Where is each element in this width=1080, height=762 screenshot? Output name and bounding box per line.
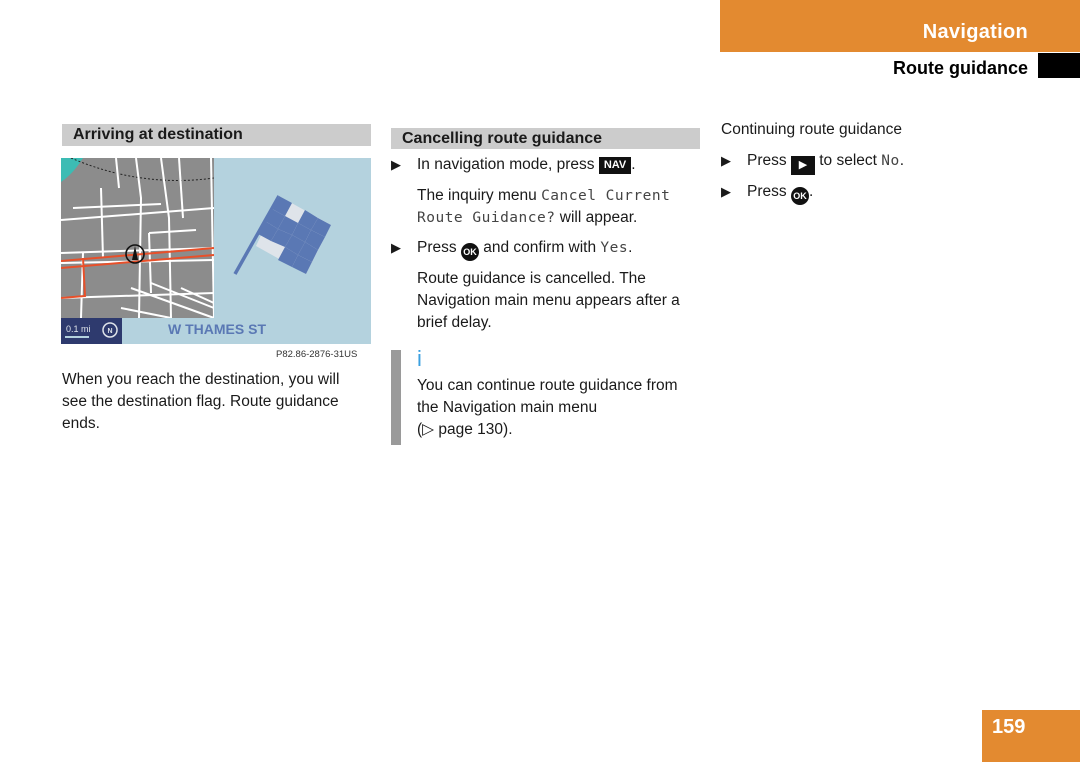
- section-marker-block: [1038, 53, 1080, 78]
- heading-cancelling: Cancelling route guidance: [391, 128, 700, 149]
- info-note: You can continue route guidance from the…: [417, 375, 678, 441]
- step-text: In navigation mode, press: [417, 156, 595, 173]
- arriving-paragraph: When you reach the destination, you will…: [62, 369, 339, 435]
- result-line: brief delay.: [417, 314, 492, 331]
- paragraph-line: When you reach the destination, you will: [62, 371, 340, 388]
- ok-button-icon: OK: [790, 187, 809, 205]
- page-number-tab: 159: [982, 710, 1080, 762]
- punctuation: .: [899, 152, 905, 169]
- punctuation: .: [631, 156, 636, 173]
- bullet-arrow-icon: ▶: [391, 240, 401, 255]
- chapter-title: Navigation: [922, 21, 1028, 43]
- bullet-arrow-icon: ▶: [721, 153, 731, 168]
- result-text: will appear.: [559, 209, 638, 226]
- scale-label: 0.1 mi: [66, 324, 91, 334]
- bullet-arrow-icon: ▶: [721, 184, 731, 199]
- chapter-header-bar: Navigation: [720, 0, 1080, 52]
- cancel-result-1: The inquiry menu Cancel Current Route Gu…: [417, 185, 670, 229]
- result-line: Navigation main menu appears after a: [417, 292, 680, 309]
- step-text: Press: [417, 239, 457, 256]
- heading-arriving: Arriving at destination: [62, 124, 371, 146]
- paragraph-line: ends.: [62, 415, 100, 432]
- step-text: and confirm with: [483, 239, 597, 256]
- display-text: Route Guidance?: [417, 210, 556, 226]
- step-text: Press: [747, 183, 787, 200]
- info-note-bar: [391, 350, 401, 445]
- punctuation: .: [628, 239, 633, 256]
- display-text: No: [881, 153, 900, 169]
- step-text: to select: [819, 152, 877, 169]
- section-title: Route guidance: [892, 58, 1028, 78]
- nav-key-icon: NAV: [598, 157, 632, 174]
- cancel-result-2: Route guidance is cancelled. The Navigat…: [417, 268, 680, 334]
- navigation-display-figure: N 0.1 mi W THAMES ST: [60, 157, 371, 344]
- paragraph-line: see the destination flag. Route guidance: [62, 393, 339, 410]
- display-text: Yes: [600, 240, 629, 256]
- result-line: Route guidance is cancelled. The: [417, 270, 646, 287]
- figure-code: P82.86-2876-31US: [276, 349, 358, 360]
- punctuation: .: [808, 183, 814, 200]
- info-icon: i: [417, 346, 422, 371]
- info-line: the Navigation main menu: [417, 399, 598, 416]
- street-name: W THAMES ST: [168, 321, 266, 337]
- result-text: The inquiry menu: [417, 187, 537, 204]
- map-illustration: N: [60, 157, 371, 344]
- display-text: Cancel Current: [541, 188, 671, 204]
- right-arrow-key-icon: ▶: [790, 156, 815, 175]
- svg-text:N: N: [107, 328, 112, 335]
- heading-continuing: Continuing route guidance: [721, 121, 902, 138]
- page-number: 159: [992, 716, 1026, 738]
- ok-button-icon: OK: [460, 243, 479, 261]
- step-text: Press: [747, 152, 787, 169]
- info-line: You can continue route guidance from: [417, 377, 678, 394]
- page-reference-link[interactable]: (▷ page 130).: [417, 419, 678, 441]
- bullet-arrow-icon: ▶: [391, 157, 401, 172]
